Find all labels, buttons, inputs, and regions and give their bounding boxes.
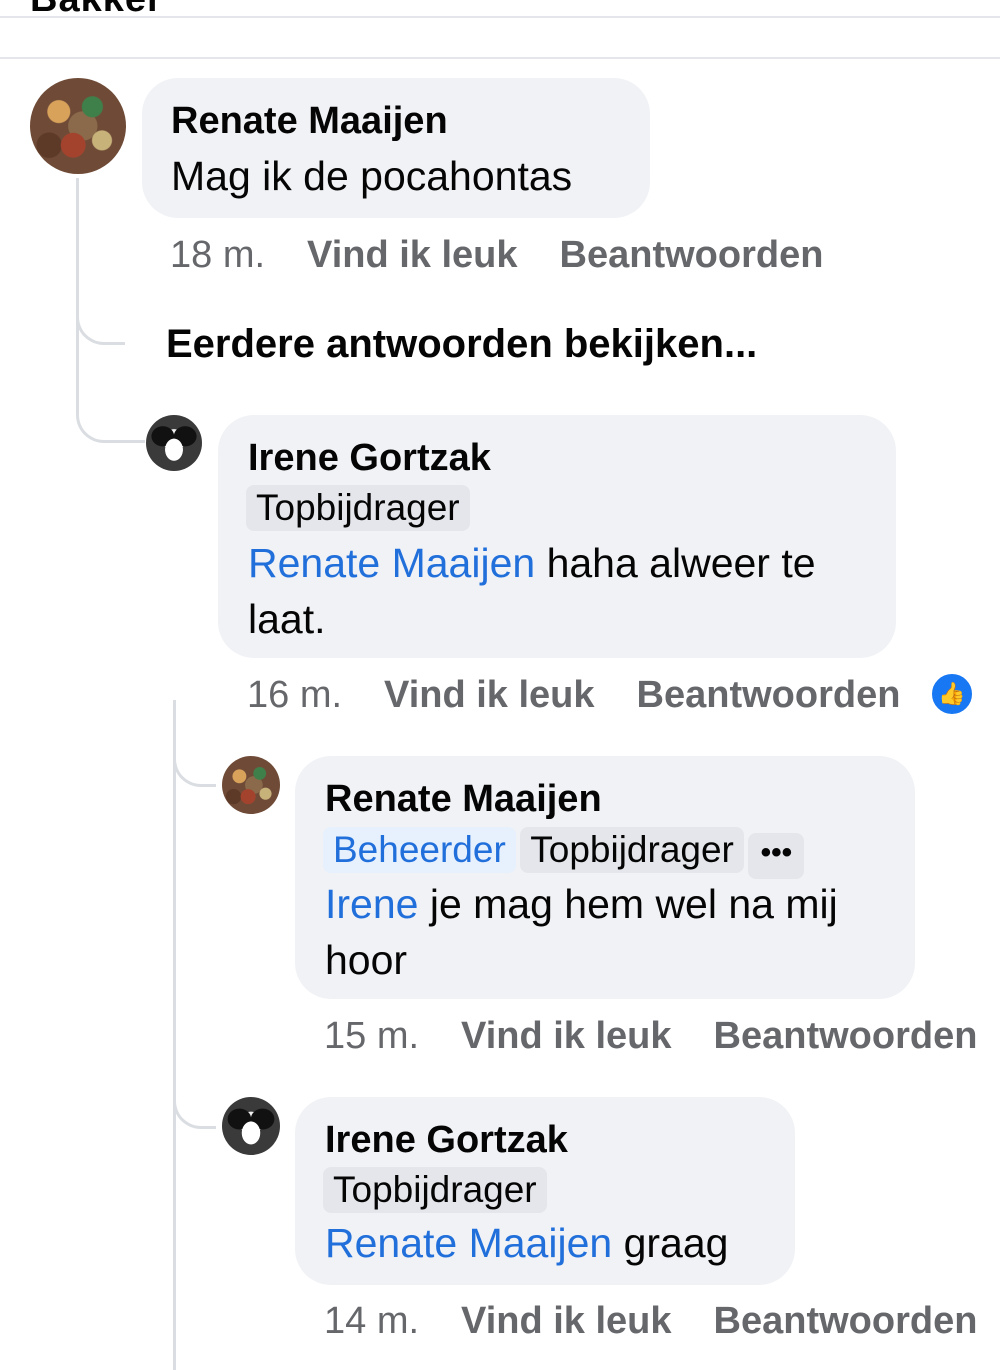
divider (0, 16, 1000, 18)
admin-badge: Beheerder (323, 827, 516, 873)
more-badges-button[interactable]: ••• (748, 833, 805, 879)
reply-meta: 16 m. Vind ik leuk Beantwoorden (247, 674, 900, 717)
reply-bubble: Renate Maaijen Beheerder Topbijdrager ••… (295, 756, 915, 999)
thread-connector (173, 1040, 216, 1129)
reply-button[interactable]: Beantwoorden (637, 674, 901, 716)
mention-link[interactable]: Irene (325, 881, 418, 927)
reply-author[interactable]: Irene Gortzak (325, 1119, 568, 1162)
timestamp[interactable]: 16 m. (247, 674, 342, 716)
like-button[interactable]: Vind ik leuk (307, 234, 517, 276)
timestamp[interactable]: 15 m. (324, 1015, 419, 1057)
avatar[interactable] (30, 78, 126, 174)
reply-bubble: Irene Gortzak Topbijdrager Renate Maaije… (218, 415, 896, 658)
reply-text: Irene je mag hem wel na mij hoor (325, 876, 895, 988)
mention-link[interactable]: Renate Maaijen (325, 1220, 612, 1266)
like-button[interactable]: Vind ik leuk (461, 1300, 671, 1342)
comment-text: Mag ik de pocahontas (171, 153, 573, 199)
top-contributor-badge: Topbijdrager (323, 1167, 547, 1213)
reply-button[interactable]: Beantwoorden (714, 1300, 978, 1342)
reply-text: Renate Maaijen graag (325, 1215, 728, 1271)
top-contributor-badge: Topbijdrager (520, 827, 744, 873)
comment-meta: 18 m. Vind ik leuk Beantwoorden (170, 234, 823, 277)
reply-meta: 15 m. Vind ik leuk Beantwoorden (324, 1015, 977, 1058)
like-button[interactable]: Vind ik leuk (384, 674, 594, 716)
comment-author[interactable]: Renate Maaijen (171, 100, 448, 143)
top-contributor-badge: Topbijdrager (246, 485, 470, 531)
reply-bubble: Irene Gortzak Topbijdrager Renate Maaije… (295, 1097, 795, 1285)
reply-text: Renate Maaijen haha alweer te laat. (248, 535, 878, 647)
comment-bubble: Renate Maaijen Mag ik de pocahontas (142, 78, 650, 218)
thread-connector (76, 300, 145, 443)
timestamp[interactable]: 18 m. (170, 234, 265, 276)
mention-link[interactable]: Renate Maaijen (248, 540, 535, 586)
like-button[interactable]: Vind ik leuk (461, 1015, 671, 1057)
reply-author[interactable]: Irene Gortzak (248, 437, 491, 480)
avatar[interactable] (222, 756, 280, 814)
avatar[interactable] (222, 1097, 280, 1155)
reply-author[interactable]: Renate Maaijen (325, 778, 602, 821)
reply-body: graag (612, 1220, 729, 1266)
avatar[interactable] (146, 415, 202, 471)
divider (0, 57, 1000, 59)
thread-line (76, 178, 79, 298)
reply-button[interactable]: Beantwoorden (714, 1015, 978, 1057)
reply-meta: 14 m. Vind ik leuk Beantwoorden (324, 1300, 977, 1343)
reply-thread-line (173, 700, 176, 1370)
view-previous-replies-link[interactable]: Eerdere antwoorden bekijken... (166, 322, 757, 367)
timestamp[interactable]: 14 m. (324, 1300, 419, 1342)
thread-connector (173, 700, 216, 787)
reply-button[interactable]: Beantwoorden (560, 234, 824, 276)
thumbs-up-icon[interactable]: 👍 (929, 671, 975, 717)
